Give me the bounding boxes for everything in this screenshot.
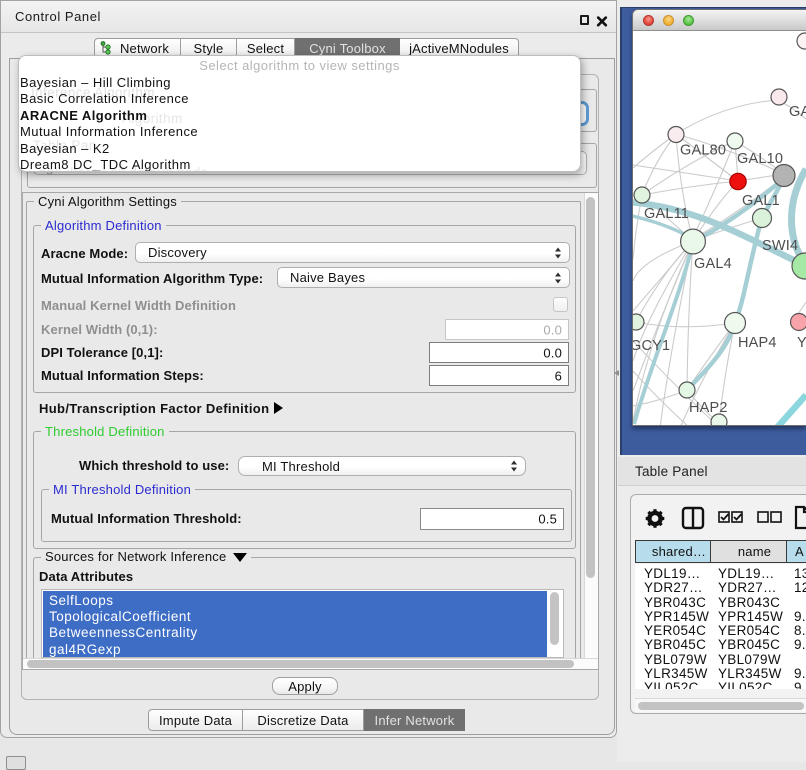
svg-text:SWI4: SWI4	[762, 238, 798, 254]
svg-text:HAP2: HAP2	[689, 400, 728, 416]
svg-text:GCY1: GCY1	[633, 338, 670, 354]
svg-text:GAL1: GAL1	[742, 193, 780, 209]
svg-text:GAL4: GAL4	[694, 256, 732, 272]
svg-text:Y: Y	[797, 335, 806, 351]
svg-text:HAP4: HAP4	[738, 335, 777, 351]
svg-text:GAL11: GAL11	[644, 206, 689, 222]
svg-text:GAL10: GAL10	[737, 151, 783, 167]
svg-text:GAL80: GAL80	[680, 143, 726, 159]
svg-text:GAL: GAL	[789, 104, 806, 120]
